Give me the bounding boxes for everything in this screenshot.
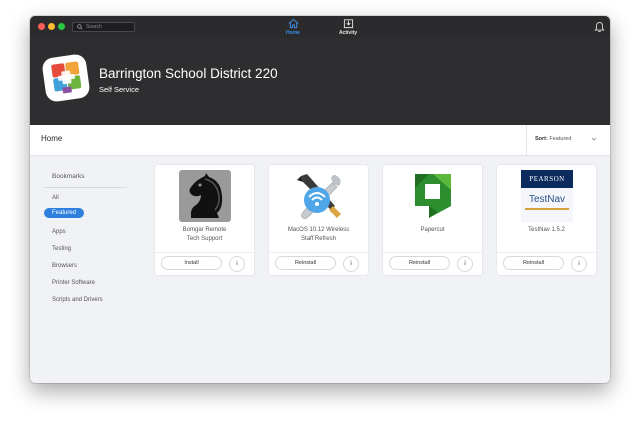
app-card-name-line1: Papercut [420, 227, 445, 233]
sidebar-item-printer-software[interactable]: Printer Software [52, 280, 95, 286]
sidebar-item-apps[interactable]: Apps [52, 229, 66, 235]
knight-icon [179, 170, 231, 222]
sort-dropdown-label: Sort: Featured [535, 136, 571, 142]
chevron-down-icon [591, 137, 597, 141]
testnav-wordmark: TestNav [528, 194, 566, 205]
org-header: Barrington School District 220 Self Serv… [30, 38, 610, 125]
reinstall-button[interactable]: Reinstall [389, 256, 450, 270]
nav-home-label: Home [286, 30, 300, 36]
app-card-name: MacOS 10.12 Wireless Staff Refresh [273, 226, 364, 243]
sidebar-item-testing[interactable]: Testing [52, 246, 71, 252]
install-button[interactable]: Install [161, 256, 222, 270]
reinstall-button[interactable]: Reinstall [275, 256, 336, 270]
info-button[interactable]: i [343, 256, 359, 272]
app-card-name-line2: Tech Support [186, 235, 223, 242]
app-card-name-line1: TestNav 1.5.2 [528, 227, 565, 233]
close-window-button[interactable] [38, 23, 45, 30]
sidebar-heading-bookmarks[interactable]: Bookmarks [52, 173, 85, 180]
app-card-macos-wireless[interactable]: MacOS 10.12 Wireless Staff Refresh Reinst… [269, 165, 368, 275]
app-window: Home Activity [30, 16, 610, 383]
nav-activity-label: Activity [338, 30, 358, 36]
sidebar-item-browsers[interactable]: Browsers [52, 263, 77, 269]
sidebar-item-all[interactable]: All [52, 195, 59, 201]
title-bar: Home Activity [30, 16, 610, 38]
info-button[interactable]: i [457, 256, 473, 272]
info-button[interactable]: i [571, 256, 587, 272]
org-name: Barrington School District 220 [99, 66, 278, 81]
app-card-name: TestNav 1.5.2 [501, 226, 592, 235]
app-card-bomgar[interactable]: Bomgar Remote Tech Support Install i [155, 165, 254, 275]
download-tray-icon [343, 19, 353, 29]
sidebar-item-scripts-and-drivers[interactable]: Scripts and Drivers [52, 297, 103, 303]
search-input[interactable] [86, 23, 126, 31]
card-divider [155, 252, 254, 253]
search-box[interactable] [72, 22, 135, 32]
sidebar-item-featured[interactable]: Featured [44, 208, 85, 218]
app-card-name-line2: Staff Refresh [301, 235, 336, 242]
app-card-papercut[interactable]: Papercut Reinstall i [383, 165, 482, 275]
papercut-icon [415, 174, 451, 218]
app-card-name-line1: MacOS 10.12 Wireless [287, 227, 350, 233]
wifi-tools-icon [297, 174, 341, 219]
search-icon [77, 24, 83, 30]
info-button[interactable]: i [229, 256, 245, 272]
page-toolbar: Home Sort: Featured [30, 125, 610, 156]
app-card-testnav[interactable]: PEARSON TestNav TestNav 1.5.2 Reinstall … [497, 165, 596, 275]
sidebar-divider [44, 187, 127, 188]
app-card-name-line1: Bomgar Remote [182, 227, 227, 233]
self-service-logo [42, 54, 90, 102]
pearson-testnav-icon: PEARSON TestNav [521, 170, 573, 222]
pearson-wordmark: PEARSON [521, 170, 573, 188]
reinstall-button[interactable]: Reinstall [503, 256, 564, 270]
nav-activity[interactable]: Activity [331, 18, 365, 37]
card-divider [269, 252, 368, 253]
card-divider [497, 252, 596, 253]
bell-icon[interactable] [594, 21, 605, 33]
card-divider [383, 252, 482, 253]
sort-label: Sort: [535, 136, 548, 142]
minimize-window-button[interactable] [48, 23, 55, 30]
app-card-name: Bomgar Remote Tech Support [159, 226, 250, 243]
nav-home[interactable]: Home [276, 18, 310, 37]
testnav-accent-bar [525, 208, 569, 210]
app-card-name: Papercut [387, 226, 478, 235]
sort-dropdown[interactable]: Sort: Featured [526, 125, 610, 155]
org-subtitle: Self Service [99, 85, 140, 94]
zoom-window-button[interactable] [58, 23, 65, 30]
page-title: Home [41, 134, 63, 143]
home-icon [288, 18, 298, 29]
sort-value: Featured [549, 136, 572, 142]
